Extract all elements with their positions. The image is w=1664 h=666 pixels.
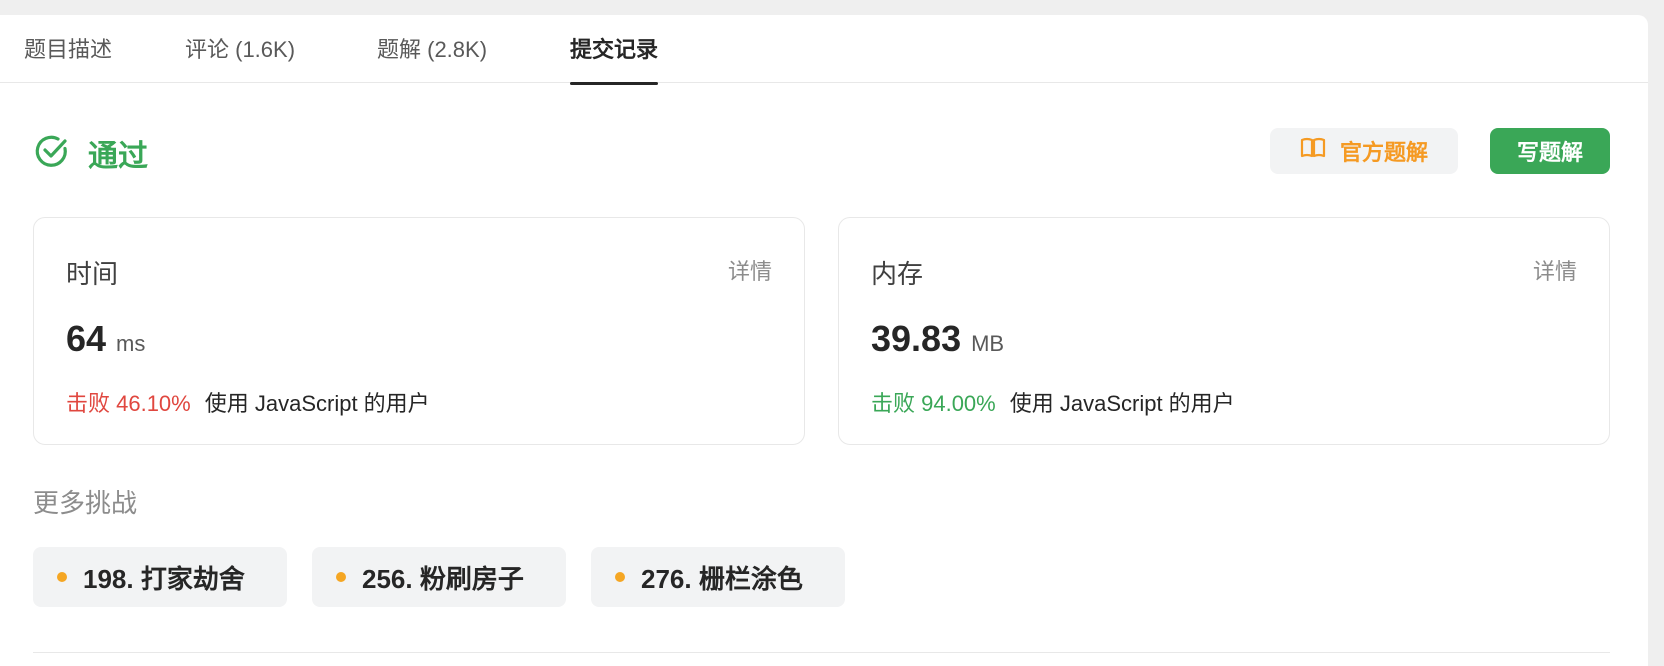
memory-card: 内存 详情 39.83 MB 击败 94.00% 使用 JavaScript 的… bbox=[838, 217, 1610, 445]
book-icon bbox=[1300, 137, 1326, 165]
difficulty-dot-icon bbox=[615, 572, 625, 582]
challenge-label: 198. 打家劫舍 bbox=[83, 563, 245, 594]
memory-beat-percent: 击败 94.00% bbox=[871, 391, 996, 416]
tab-comments[interactable]: 评论 (1.6K) bbox=[185, 33, 295, 83]
memory-number: 39.83 bbox=[871, 318, 962, 359]
divider bbox=[33, 652, 1610, 653]
runtime-beat-percent: 击败 46.10% bbox=[66, 391, 191, 416]
memory-unit: MB bbox=[971, 331, 1005, 356]
official-solution-label: 官方题解 bbox=[1339, 140, 1428, 165]
memory-beat: 击败 94.00% 使用 JavaScript 的用户 bbox=[871, 386, 1235, 418]
challenge-label: 276. 栅栏涂色 bbox=[641, 563, 803, 594]
challenge-label: 256. 粉刷房子 bbox=[362, 563, 524, 594]
runtime-beat: 击败 46.10% 使用 JavaScript 的用户 bbox=[66, 386, 430, 418]
runtime-beat-suffix: 使用 JavaScript 的用户 bbox=[204, 391, 430, 416]
memory-title: 内存 bbox=[871, 259, 924, 289]
status-text: 通过 bbox=[88, 140, 148, 173]
difficulty-dot-icon bbox=[336, 572, 346, 582]
tab-submissions[interactable]: 提交记录 bbox=[570, 33, 659, 85]
tab-bar: 题目描述 评论 (1.6K) 题解 (2.8K) 提交记录 bbox=[0, 15, 1648, 85]
official-solution-button[interactable]: 官方题解 bbox=[1270, 128, 1458, 174]
check-circle-icon bbox=[34, 133, 70, 174]
runtime-card: 时间 详情 64 ms 击败 46.10% 使用 JavaScript 的用户 bbox=[33, 217, 805, 445]
write-solution-button[interactable]: 写题解 bbox=[1490, 128, 1610, 174]
challenge-item[interactable]: 198. 打家劫舍 bbox=[33, 547, 287, 607]
memory-detail-link[interactable]: 详情 bbox=[1533, 254, 1577, 286]
memory-beat-suffix: 使用 JavaScript 的用户 bbox=[1009, 391, 1235, 416]
memory-value: 39.83 MB bbox=[871, 318, 1004, 360]
runtime-unit: ms bbox=[116, 331, 146, 356]
tab-solutions[interactable]: 题解 (2.8K) bbox=[377, 33, 487, 83]
runtime-number: 64 bbox=[66, 318, 107, 359]
tab-description[interactable]: 题目描述 bbox=[24, 33, 112, 83]
more-challenges-title: 更多挑战 bbox=[33, 488, 138, 518]
challenge-item[interactable]: 256. 粉刷房子 bbox=[312, 547, 566, 607]
runtime-title: 时间 bbox=[66, 259, 119, 289]
runtime-value: 64 ms bbox=[66, 318, 145, 360]
difficulty-dot-icon bbox=[57, 572, 67, 582]
runtime-detail-link[interactable]: 详情 bbox=[728, 254, 772, 286]
submission-status: 通过 bbox=[34, 133, 148, 173]
submission-panel: 题目描述 评论 (1.6K) 题解 (2.8K) 提交记录 通过 官方题解 写题… bbox=[0, 15, 1648, 666]
challenge-item[interactable]: 276. 栅栏涂色 bbox=[591, 547, 845, 607]
